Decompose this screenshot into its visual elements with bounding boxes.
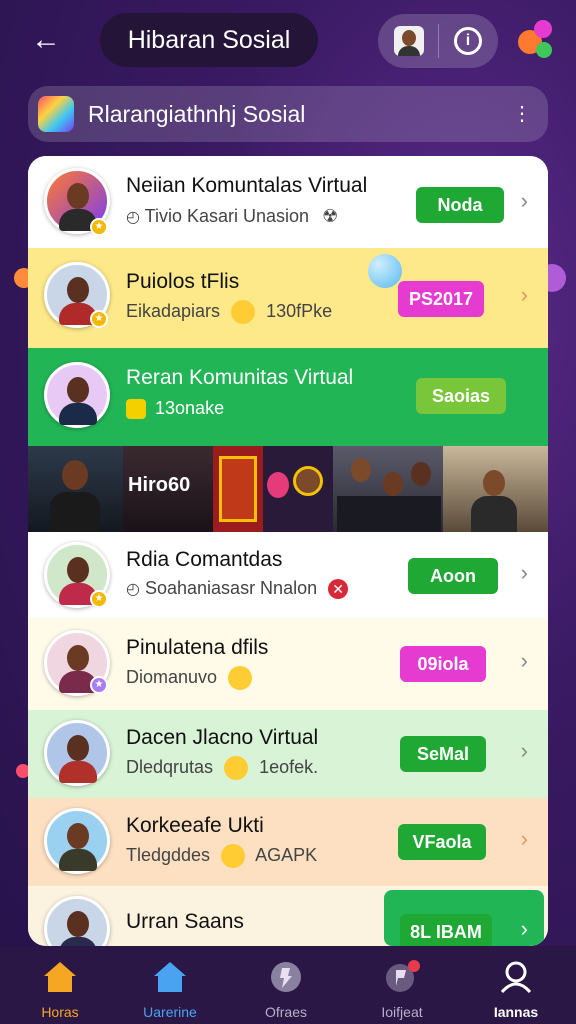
notification-bubbles-icon[interactable] [518, 20, 558, 64]
join-button[interactable]: VFaola [398, 824, 486, 860]
smile-emoji-icon [224, 756, 249, 780]
star-badge-icon: ★ [90, 218, 108, 236]
nav-offers[interactable]: Ofraes [238, 954, 334, 1022]
join-button[interactable]: 09iola [400, 646, 486, 682]
item-title: Urran Saans [126, 910, 244, 933]
clock-icon: ◴ [126, 209, 140, 226]
check-badge-icon [126, 399, 146, 420]
chevron-right-icon[interactable]: › [521, 560, 528, 586]
nav-label: Iannas [493, 1004, 539, 1020]
item-title: Dacen Jlacno Virtual [126, 726, 319, 749]
chat-icon [386, 960, 420, 992]
app-logo-icon [38, 96, 74, 132]
chevron-right-icon[interactable]: › [521, 282, 528, 308]
media-thumbnail[interactable] [213, 446, 263, 532]
media-thumbnail[interactable] [333, 446, 443, 532]
profile-avatar-button[interactable] [394, 26, 424, 56]
join-button[interactable]: 8L IBAM [400, 914, 492, 946]
item-meta: ◴ Tivio Kasari Unasion ☢ [126, 206, 339, 226]
item-title: Reran Komunitas Virtual [126, 366, 354, 389]
item-meta: Tledgddes AGAPK [126, 844, 317, 868]
item-meta: Diomanuvo [126, 666, 258, 690]
decor-bubble [368, 254, 402, 288]
join-button[interactable]: Aoon [408, 558, 498, 594]
divider [438, 24, 439, 58]
top-app-bar: ← Hibaran Sosial i [0, 0, 576, 82]
item-title: Pinulatena dfils [126, 636, 269, 659]
smile-emoji-icon [231, 300, 256, 324]
item-meta: ◴ Soahaniasasr Nnalon ✕ [126, 578, 349, 599]
nav-home[interactable]: Horas [12, 954, 108, 1022]
home-icon [154, 962, 186, 992]
list-item[interactable]: Reran Komunitas Virtual 13onake Saoias [28, 348, 548, 446]
media-thumbnail[interactable] [28, 446, 123, 532]
list-item[interactable]: Korkeeafe Ukti Tledgddes AGAPK VFaola › [28, 798, 548, 886]
close-icon[interactable]: ✕ [328, 579, 349, 599]
join-button[interactable]: PS2017 [398, 281, 484, 317]
item-meta: 13onake [126, 398, 224, 420]
header-actions: i [378, 14, 498, 68]
star-badge-icon: ★ [90, 676, 108, 694]
item-meta: Dledqrutas 1eofek. [126, 756, 318, 780]
nav-explore[interactable]: Uarerine [122, 954, 218, 1022]
chevron-right-icon[interactable]: › [521, 648, 528, 674]
join-button[interactable]: Saoias [416, 378, 506, 414]
item-meta: Eikadapiars 130fPke [126, 300, 332, 324]
nav-label: Horas [41, 1004, 79, 1020]
media-carousel[interactable]: Hiro60 [28, 446, 548, 532]
filter-icon[interactable]: ⋮ [512, 102, 532, 126]
item-title: Korkeeafe Ukti [126, 814, 264, 837]
list-item[interactable]: ★ Pinulatena dfils Diomanuvo 09iola › [28, 618, 548, 710]
join-button[interactable]: SeMal [400, 736, 486, 772]
community-list: ★ Neiian Komuntalas Virtual ◴ Tivio Kasa… [28, 156, 548, 946]
avatar-body [398, 46, 420, 56]
page-title: Hibaran Sosial [100, 13, 318, 67]
clock-icon: ◴ [126, 581, 140, 598]
nav-messages[interactable]: Ioifjeat [354, 954, 450, 1022]
home-icon [44, 962, 76, 992]
back-arrow-icon[interactable]: ← [26, 20, 66, 60]
media-label: Hiro60 [128, 474, 191, 496]
list-item[interactable]: ★ Neiian Komuntalas Virtual ◴ Tivio Kasa… [28, 156, 548, 248]
media-thumbnail[interactable] [263, 446, 333, 532]
nav-label: Ioifjeat [381, 1004, 423, 1020]
list-item[interactable]: Urran Saans 8L IBAM › [28, 886, 548, 946]
item-title: Rdia Comantdas [126, 548, 283, 571]
search-bar[interactable]: Rlarangiathnhj Sosial ⋮ [28, 86, 548, 142]
avatar [44, 896, 110, 946]
star-badge-icon: ★ [90, 590, 108, 608]
smile-emoji-icon [228, 666, 253, 690]
avatar-face [402, 30, 416, 46]
bottom-navigation: Horas Uarerine Ofraes Ioifjeat Iannas [0, 946, 576, 1024]
avatar [44, 808, 110, 874]
item-title: Puiolos tFlis [126, 270, 240, 293]
avatar [44, 362, 110, 428]
nav-label: Uarerine [143, 1004, 197, 1020]
list-item[interactable]: ★ Puiolos tFlis Eikadapiars 130fPke PS20… [28, 248, 548, 348]
media-thumbnail[interactable] [443, 446, 548, 532]
smile-emoji-icon [221, 844, 246, 868]
join-button[interactable]: Noda [416, 187, 504, 223]
chevron-right-icon[interactable]: › [521, 738, 528, 764]
chevron-right-icon[interactable]: › [521, 916, 528, 942]
refresh-icon: ☢ [322, 206, 339, 226]
nav-profile[interactable]: Iannas [468, 954, 564, 1022]
star-badge-icon: ★ [90, 310, 108, 328]
avatar [44, 720, 110, 786]
search-text: Rlarangiathnhj Sosial [88, 101, 306, 127]
globe-icon [271, 962, 301, 992]
chevron-right-icon[interactable]: › [521, 826, 528, 852]
info-icon[interactable]: i [454, 27, 482, 55]
profile-icon [500, 961, 532, 994]
list-item[interactable]: ★ Rdia Comantdas ◴ Soahaniasasr Nnalon ✕… [28, 532, 548, 618]
list-item[interactable]: Dacen Jlacno Virtual Dledqrutas 1eofek. … [28, 710, 548, 798]
item-title: Neiian Komuntalas Virtual [126, 174, 368, 197]
nav-label: Ofraes [264, 1004, 307, 1020]
chevron-right-icon[interactable]: › [521, 188, 528, 214]
